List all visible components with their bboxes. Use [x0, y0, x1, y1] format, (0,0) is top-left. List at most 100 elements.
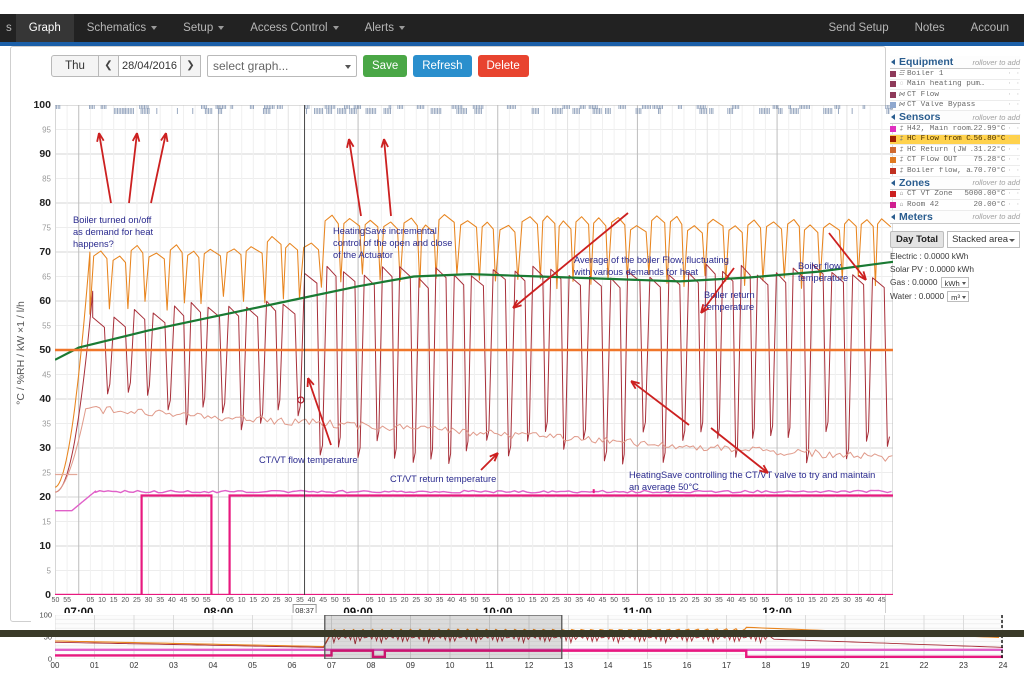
sidebar-row-actions[interactable]: · · [1005, 101, 1020, 109]
x-tick-minute: 40 [727, 597, 735, 604]
sidebar-row-value: 75.28°C [973, 156, 1005, 164]
delete-button[interactable]: Delete [478, 55, 529, 77]
sidebar-row-actions[interactable]: · · [1005, 80, 1020, 88]
navigator-x-tick: 10 [446, 661, 455, 670]
sensor-icon: ‡ [898, 156, 905, 164]
meter-unit-value: m³ [951, 293, 960, 302]
navigator-x-tick: 19 [801, 661, 810, 670]
meter-unit-select[interactable]: kWh [941, 277, 969, 288]
sidebar-row-zones[interactable]: ⌂Room 4220.00°C· · [890, 200, 1020, 211]
chevron-right-icon [891, 59, 895, 65]
sidebar-section-header-meters[interactable]: Metersrollover to add [890, 211, 1020, 224]
nav-item-alerts[interactable]: Alerts [352, 14, 418, 42]
sidebar-row-label: H42, Main room… [907, 125, 973, 133]
sidebar-row-label: Boiler flow, a… [907, 167, 973, 175]
nav-item-graph[interactable]: Graph [16, 14, 74, 42]
y-tick-label-minor: 85 [21, 174, 51, 183]
plot-region[interactable]: 0102030405060708090100515253545556575859… [55, 105, 893, 595]
navigator-y-tick: 100 [39, 611, 52, 620]
sidebar-row-equipment[interactable]: ⋈CT Flow· · [890, 90, 1020, 101]
graph-select[interactable]: select graph... [207, 55, 357, 77]
x-tick-minute: 50 [471, 597, 479, 604]
x-tick-minute: 45 [599, 597, 607, 604]
sidebar-row-sensors[interactable]: ‡HC Return (JW …31.22°C· · [890, 145, 1020, 156]
sidebar-row-value: 70.70°C [973, 167, 1005, 175]
nav-item-send-setup[interactable]: Send Setup [815, 14, 901, 42]
x-tick-minute: 55 [343, 597, 351, 604]
sidebar-section-header-sensors[interactable]: Sensorsrollover to add [890, 111, 1020, 124]
sidebar-section-header-equipment[interactable]: Equipmentrollover to add [890, 56, 1020, 69]
sidebar-section-hint: rollover to add [972, 178, 1020, 187]
save-button[interactable]: Save [363, 55, 407, 77]
nav-item-account[interactable]: Accoun [958, 14, 1022, 42]
sidebar-section-header-zones[interactable]: Zonesrollover to add [890, 177, 1020, 190]
sidebar-row-label: Boiler 1 [907, 70, 1005, 78]
time-navigator[interactable]: 050100 000102030405060708091011121314151… [31, 613, 1021, 677]
sidebar-row-actions[interactable]: · · [1005, 190, 1020, 198]
sidebar-row-sensors[interactable]: ‡HC Flow from C…56.80°C· · [890, 135, 1020, 146]
x-tick-minute: 55 [482, 597, 490, 604]
x-tick-minute: 35 [436, 597, 444, 604]
day-total-row: Day Total Stacked area [890, 231, 1020, 248]
day-total-button[interactable]: Day Total [890, 231, 944, 248]
sidebar-row-actions[interactable]: · · [1005, 125, 1020, 133]
x-tick-minute: 20 [680, 597, 688, 604]
nav-item-schematics[interactable]: Schematics [74, 14, 170, 42]
navigator-x-tick: 02 [130, 661, 139, 670]
x-tick-minute: 15 [110, 597, 118, 604]
meter-line-label: Electric : 0.0000 kWh [890, 251, 968, 261]
y-tick-label-minor: 55 [21, 321, 51, 330]
sidebar-row-actions[interactable]: · · [1005, 135, 1020, 143]
sidebar-row-zones[interactable]: ⌂CT VT Zone5000.00°C· · [890, 190, 1020, 201]
annotation-boiler-on-off: Boiler turned on/off as demand for heat … [73, 214, 153, 250]
meter-chart-type-select[interactable]: Stacked area [947, 231, 1020, 248]
y-tick-label-minor: 25 [21, 468, 51, 477]
sidebar-row-sensors[interactable]: ‡CT Flow OUT75.28°C· · [890, 156, 1020, 167]
x-tick-minute: 05 [366, 597, 374, 604]
meter-lines: Electric : 0.0000 kWhSolar PV : 0.0000 k… [890, 251, 1020, 302]
y-tick-label-minor: 95 [21, 125, 51, 134]
refresh-button[interactable]: Refresh [413, 55, 471, 77]
sidebar-section-hint: rollover to add [972, 113, 1020, 122]
navigator-svg [55, 615, 1003, 659]
sidebar-row-label: HC Return (JW … [907, 146, 973, 154]
sidebar-sections: Equipmentrollover to add☲Boiler 1· ·◌Mai… [890, 56, 1020, 224]
sidebar-row-actions[interactable]: · · [1005, 156, 1020, 164]
nav-item-notes[interactable]: Notes [902, 14, 958, 42]
x-tick-minute: 15 [529, 597, 537, 604]
next-day-button[interactable]: ❯ [181, 55, 201, 77]
sidebar-row-actions[interactable]: · · [1005, 167, 1020, 175]
prev-day-button[interactable]: ❮ [99, 55, 119, 77]
sidebar-row-equipment[interactable]: ☲Boiler 1· · [890, 69, 1020, 80]
date-field[interactable]: 28/04/2016 [119, 55, 181, 77]
meter-unit-select[interactable]: m³ [947, 291, 969, 302]
nav-item-setup[interactable]: Setup [170, 14, 237, 42]
nav-item-access-control[interactable]: Access Control [237, 14, 351, 42]
navigator-plot[interactable]: 050100 000102030405060708091011121314151… [55, 615, 1003, 659]
y-tick-label-minor: 75 [21, 223, 51, 232]
sidebar-row-sensors[interactable]: ‡H42, Main room…22.99°C· · [890, 124, 1020, 135]
navigator-x-tick: 12 [525, 661, 534, 670]
y-tick-label-minor: 65 [21, 272, 51, 281]
sidebar-row-label: CT Flow OUT [907, 156, 973, 164]
x-tick-minute: 35 [156, 597, 164, 604]
day-field[interactable]: Thu [51, 55, 99, 77]
y-tick-label-minor: 15 [21, 517, 51, 526]
x-tick-minute: 25 [552, 597, 560, 604]
x-tick-minute: 30 [145, 597, 153, 604]
main-navbar: s Graph Schematics Setup Access Control … [0, 14, 1024, 42]
annotation-boiler-return-temperature: Boiler return temperature [704, 289, 755, 313]
x-tick-minute: 35 [296, 597, 304, 604]
sidebar-row-actions[interactable]: · · [1005, 91, 1020, 99]
chevron-down-icon [962, 296, 966, 299]
right-sidebar: Equipmentrollover to add☲Boiler 1· ·◌Mai… [890, 56, 1020, 306]
sidebar-row-equipment[interactable]: ◌Main heating pum…· · [890, 80, 1020, 91]
sidebar-row-equipment[interactable]: ⋈CT Valve Bypass· · [890, 101, 1020, 112]
x-tick-minute: 15 [389, 597, 397, 604]
x-tick-minute: 15 [249, 597, 257, 604]
sidebar-row-actions[interactable]: · · [1005, 201, 1020, 209]
sidebar-row-sensors[interactable]: ‡Boiler flow, a…70.70°C· · [890, 166, 1020, 177]
y-tick-label-minor: 35 [21, 419, 51, 428]
sidebar-row-actions[interactable]: · · [1005, 70, 1020, 78]
sidebar-row-actions[interactable]: · · [1005, 146, 1020, 154]
